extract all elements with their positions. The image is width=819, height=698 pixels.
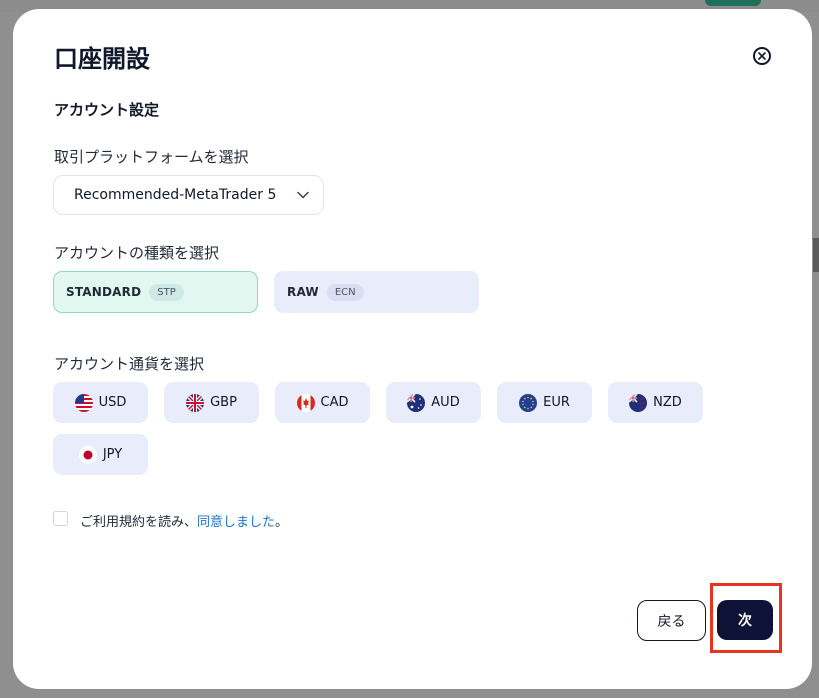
uk-flag-icon	[186, 393, 205, 412]
currency-code: USD	[98, 395, 127, 410]
account-type-badge: ECN	[326, 283, 364, 301]
account-opening-modal: 口座開設 アカウント設定 取引プラットフォームを選択 Recommended-M…	[13, 9, 812, 689]
currency-code: NZD	[653, 395, 682, 410]
account-type-name: RAW	[287, 285, 319, 299]
section-title: アカウント設定	[54, 101, 160, 119]
back-button[interactable]: 戻る	[637, 600, 706, 641]
next-button-highlight	[710, 583, 782, 653]
terms-text: ご利用規約を読み、	[80, 515, 198, 530]
background-button	[705, 0, 761, 6]
platform-label: 取引プラットフォームを選択	[54, 148, 249, 166]
currency-option-usd[interactable]: USD	[53, 382, 148, 423]
currency-option-gbp[interactable]: GBP	[164, 382, 259, 423]
chevron-down-icon	[297, 191, 309, 199]
japan-flag-icon	[78, 445, 97, 464]
currency-code: EUR	[543, 395, 570, 410]
us-flag-icon	[74, 393, 93, 412]
currency-option-jpy[interactable]: JPY	[53, 434, 148, 475]
currency-option-cad[interactable]: CAD	[275, 382, 370, 423]
currency-code: CAD	[320, 395, 349, 410]
terms-suffix: 。	[275, 515, 289, 530]
australia-flag-icon	[407, 393, 426, 412]
currency-code: GBP	[210, 395, 237, 410]
terms-link[interactable]: 同意しました	[197, 515, 275, 530]
eu-flag-icon	[519, 393, 538, 412]
account-type-badge: STP	[149, 283, 184, 301]
platform-select-value: Recommended-MetaTrader 5	[74, 187, 277, 203]
close-icon[interactable]	[753, 47, 771, 65]
account-type-label: アカウントの種類を選択	[54, 244, 220, 262]
currency-option-aud[interactable]: AUD	[386, 382, 481, 423]
currency-code: JPY	[102, 447, 123, 462]
terms-agreement: ご利用規約を読み、同意しました。	[80, 511, 288, 530]
terms-checkbox[interactable]	[53, 511, 68, 526]
currency-label: アカウント通貨を選択	[54, 355, 205, 373]
modal-title: 口座開設	[54, 45, 150, 73]
new-zealand-flag-icon	[629, 393, 648, 412]
platform-select[interactable]: Recommended-MetaTrader 5	[53, 175, 324, 215]
account-type-name: STANDARD	[66, 285, 142, 299]
account-type-raw[interactable]: RAW ECN	[274, 271, 479, 313]
background-scroll-edge	[813, 238, 819, 272]
account-type-standard[interactable]: STANDARD STP	[53, 271, 258, 313]
currency-code: AUD	[431, 395, 460, 410]
canada-flag-icon	[296, 393, 315, 412]
currency-option-nzd[interactable]: NZD	[608, 382, 703, 423]
currency-option-eur[interactable]: EUR	[497, 382, 592, 423]
